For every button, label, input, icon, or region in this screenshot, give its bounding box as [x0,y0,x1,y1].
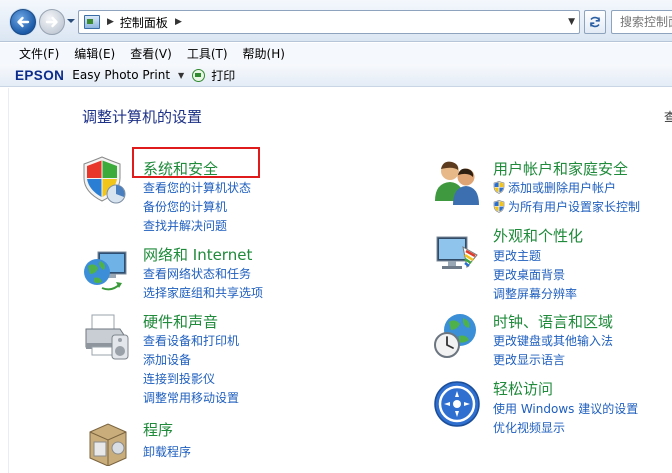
page-title: 调整计算机的设置 [82,108,203,126]
address-field[interactable]: ▶ 控制面板 ▶ ▼ [78,10,580,34]
category-ease-of-access[interactable]: 轻松访问 [493,378,553,399]
address-dropdown-icon[interactable]: ▼ [568,17,575,27]
link-parental-controls[interactable]: 为所有用户设置家长控制 [493,198,640,215]
menu-view[interactable]: 查看(V) [130,45,172,62]
link-optimize-display[interactable]: 优化视频显示 [493,419,565,436]
menu-edit[interactable]: 编辑(E) [74,45,115,62]
search-input[interactable] [612,11,672,33]
printer-icon[interactable] [82,313,130,361]
link-change-theme[interactable]: 更改主题 [493,247,541,264]
users-icon[interactable] [433,157,481,205]
uac-shield-icon [493,181,505,194]
link-mobility-settings[interactable]: 调整常用移动设置 [143,389,239,406]
link-view-network-status[interactable]: 查看网络状态和任务 [143,265,251,282]
refresh-button[interactable] [584,10,606,34]
epson-logo: EPSON [15,67,65,83]
monitor-paint-icon[interactable] [433,233,481,281]
category-user-accounts[interactable]: 用户帐户和家庭安全 [493,158,628,179]
programs-box-icon[interactable] [84,418,132,466]
uac-shield-icon [493,200,505,213]
link-display-language[interactable]: 更改显示语言 [493,351,565,368]
highlight-box [132,147,260,178]
forward-button[interactable] [39,9,65,35]
link-add-remove-accounts[interactable]: 添加或删除用户帐户 [493,179,616,196]
menu-help[interactable]: 帮助(H) [243,45,285,62]
link-keyboard-input[interactable]: 更改键盘或其他输入法 [493,332,613,349]
link-uninstall-program[interactable]: 卸载程序 [143,443,191,460]
link-desktop-background[interactable]: 更改桌面背景 [493,266,565,283]
recent-pages-dropdown[interactable] [66,15,76,27]
link-parental-controls-label[interactable]: 为所有用户设置家长控制 [508,200,640,214]
link-add-remove-accounts-label[interactable]: 添加或删除用户帐户 [508,181,616,195]
breadcrumb-separator-icon[interactable]: ▶ [175,17,182,27]
globe-network-icon[interactable] [82,246,130,294]
category-appearance[interactable]: 外观和个性化 [493,225,583,246]
menu-tools[interactable]: 工具(T) [187,45,228,62]
forward-arrow-icon [45,16,58,28]
category-programs[interactable]: 程序 [143,419,173,440]
link-windows-suggested-settings[interactable]: 使用 Windows 建议的设置 [493,400,638,417]
chevron-down-icon[interactable]: ▼ [178,71,184,80]
link-devices-printers[interactable]: 查看设备和打印机 [143,332,239,349]
link-add-device[interactable]: 添加设备 [143,351,191,368]
link-homegroup-sharing[interactable]: 选择家庭组和共享选项 [143,284,263,301]
divider [8,88,9,473]
back-arrow-icon [17,16,30,28]
category-clock-region[interactable]: 时钟、语言和区域 [493,311,613,332]
menu-bar: 文件(F) 编辑(E) 查看(V) 工具(T) 帮助(H) [0,43,672,64]
link-view-computer-status[interactable]: 查看您的计算机状态 [143,179,251,196]
refresh-icon [589,16,601,28]
link-backup-computer[interactable]: 备份您的计算机 [143,198,227,215]
easy-photo-print-button[interactable]: Easy Photo Print [72,68,170,82]
link-connect-projector[interactable]: 连接到投影仪 [143,370,215,387]
shield-icon[interactable] [80,156,128,204]
print-icon [192,68,206,82]
toolbar: EPSON Easy Photo Print ▼ 打印 [0,64,672,87]
category-network-internet[interactable]: 网络和 Internet [143,244,252,265]
address-bar: ▶ 控制面板 ▶ ▼ [0,0,672,42]
print-button[interactable]: 打印 [211,67,235,84]
breadcrumb-separator-icon[interactable]: ▶ [107,17,114,27]
back-button[interactable] [10,9,36,35]
control-panel-icon [84,15,100,29]
search-box[interactable] [611,10,672,34]
ease-of-access-icon[interactable] [433,380,481,428]
link-troubleshoot[interactable]: 查找并解决问题 [143,217,227,234]
clock-globe-icon[interactable] [433,312,481,360]
view-by-label: 查 [664,110,672,124]
category-hardware-sound[interactable]: 硬件和声音 [143,311,218,332]
link-screen-resolution[interactable]: 调整屏幕分辨率 [493,285,577,302]
menu-file[interactable]: 文件(F) [19,45,59,62]
breadcrumb-control-panel[interactable]: 控制面板 [120,14,168,31]
